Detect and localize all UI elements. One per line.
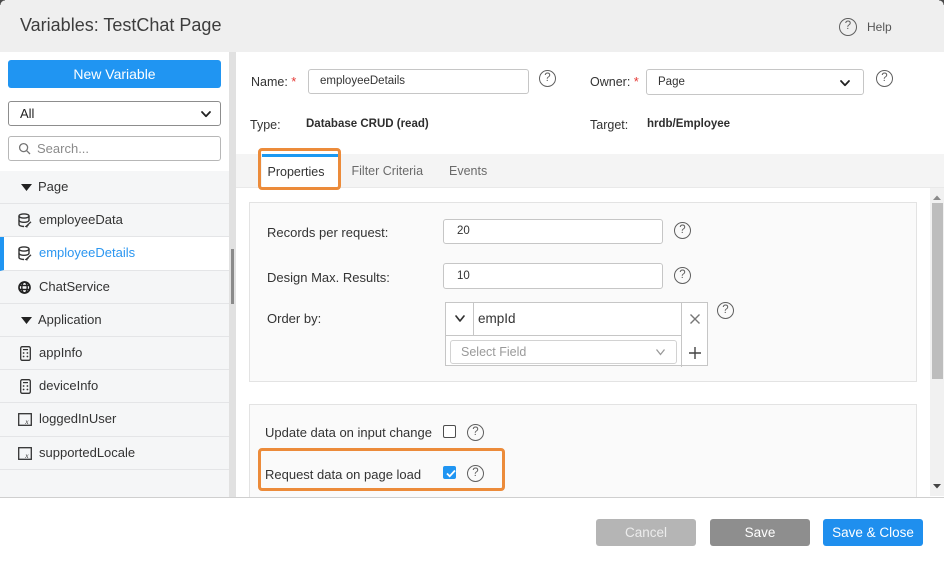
svg-text:x: x xyxy=(24,451,29,460)
svg-text:x: x xyxy=(24,418,29,427)
